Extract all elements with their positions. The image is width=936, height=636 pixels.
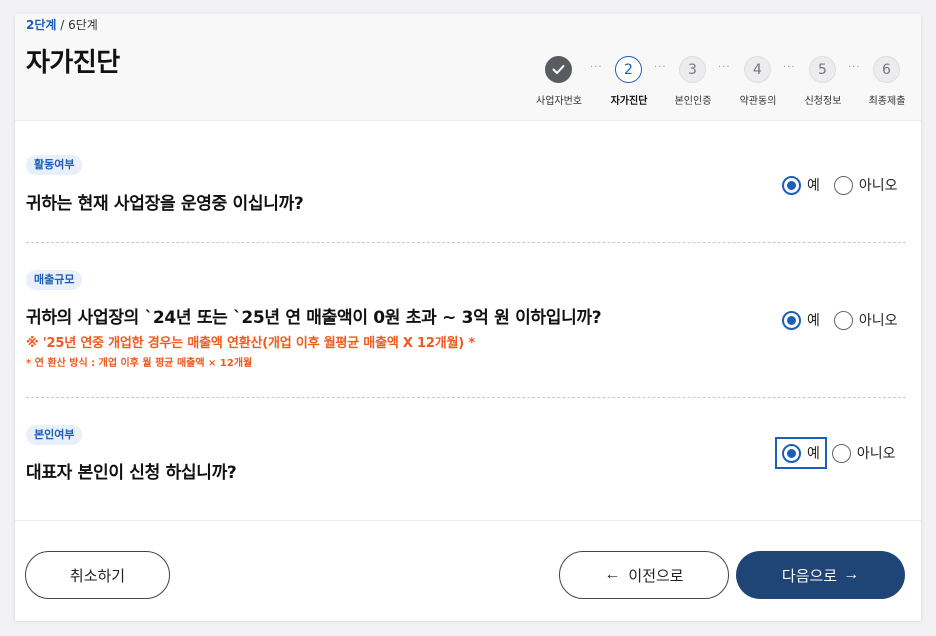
step-separator: ··· bbox=[848, 62, 861, 73]
step-5-label: 신청정보 bbox=[804, 96, 842, 107]
question-tag: 활동여부 bbox=[26, 155, 83, 175]
step-separator: ··· bbox=[718, 62, 731, 73]
radio-no[interactable]: 아니오 bbox=[833, 175, 898, 195]
step-5-circle: 5 bbox=[809, 56, 836, 83]
arrow-left-icon: ← bbox=[604, 566, 621, 583]
radio-no-indicator[interactable] bbox=[831, 443, 851, 463]
section-divider bbox=[26, 242, 906, 243]
question-text: 대표자 본인이 신청 하십니까? bbox=[26, 463, 237, 483]
form-footer: 취소하기 ← 이전으로 다음으로 → bbox=[15, 520, 921, 621]
step-indicator: 2단계 / 6단계 bbox=[26, 16, 98, 33]
radio-yes-label: 예 bbox=[807, 313, 820, 329]
section-divider bbox=[26, 397, 906, 398]
radio-no-label: 아니오 bbox=[858, 313, 898, 329]
revenue-formula-note: * 연 환산 방식 : 개업 이후 월 평균 매출액 × 12개월 bbox=[26, 358, 253, 369]
step-3-circle: 3 bbox=[679, 56, 706, 83]
total-steps: / 6단계 bbox=[60, 18, 98, 32]
step-separator: ··· bbox=[783, 62, 796, 73]
step-1-label: 사업자번호 bbox=[536, 96, 582, 107]
cancel-button[interactable]: 취소하기 bbox=[25, 551, 170, 599]
radio-yes[interactable]: 예 bbox=[775, 437, 827, 469]
radio-no-label: 아니오 bbox=[856, 446, 896, 462]
question-activity: 활동여부 귀하는 현재 사업장을 운영중 이십니까? bbox=[26, 155, 906, 215]
page-title: 자가진단 bbox=[26, 48, 120, 78]
form-card: 2단계 / 6단계 자가진단 사업자번호 ··· 2 자가진단 ··· 3 본인… bbox=[15, 14, 921, 621]
radio-yes-label: 예 bbox=[807, 178, 820, 194]
step-2-circle: 2 bbox=[615, 56, 642, 83]
step-separator: ··· bbox=[590, 62, 603, 73]
radio-group-revenue: 예 아니오 bbox=[782, 310, 898, 330]
radio-group-applicant: 예 아니오 bbox=[775, 437, 896, 469]
current-step: 2단계 bbox=[26, 18, 57, 32]
next-button-label: 다음으로 bbox=[781, 567, 838, 585]
radio-yes-label: 예 bbox=[807, 446, 820, 462]
prev-button-label: 이전으로 bbox=[628, 567, 684, 585]
radio-yes[interactable]: 예 bbox=[782, 310, 820, 330]
question-text: 귀하의 사업장의 `24년 또는 `25년 연 매출액이 0원 초과 ~ 3억 … bbox=[26, 308, 602, 328]
step-3-label: 본인인증 bbox=[674, 96, 712, 107]
question-revenue: 매출규모 귀하의 사업장의 `24년 또는 `25년 연 매출액이 0원 초과 … bbox=[26, 270, 906, 370]
radio-no[interactable]: 아니오 bbox=[833, 310, 898, 330]
radio-yes-indicator[interactable] bbox=[782, 175, 801, 195]
step-2-label: 자가진단 bbox=[610, 96, 648, 107]
step-1-circle bbox=[545, 56, 572, 83]
step-separator: ··· bbox=[654, 62, 667, 73]
next-button[interactable]: 다음으로 → bbox=[736, 551, 905, 599]
radio-group-activity: 예 아니오 bbox=[782, 175, 898, 195]
step-6-circle: 6 bbox=[873, 56, 900, 83]
radio-yes[interactable]: 예 bbox=[782, 175, 820, 195]
step-4-label: 약관동의 bbox=[739, 96, 777, 107]
revenue-note: ※ '25년 연중 개업한 경우는 매출액 연환산(개업 이후 월평균 매출액 … bbox=[26, 336, 475, 351]
question-applicant: 본인여부 대표자 본인이 신청 하십니까? bbox=[26, 425, 906, 485]
step-4-circle: 4 bbox=[744, 56, 771, 83]
question-tag: 매출규모 bbox=[26, 270, 83, 290]
radio-no[interactable]: 아니오 bbox=[831, 443, 896, 463]
check-icon bbox=[552, 65, 565, 74]
radio-yes-indicator[interactable] bbox=[782, 310, 801, 330]
step-6-label: 최종제출 bbox=[868, 96, 906, 107]
prev-button[interactable]: ← 이전으로 bbox=[559, 551, 729, 599]
radio-yes-indicator[interactable] bbox=[782, 443, 801, 463]
radio-no-indicator[interactable] bbox=[833, 175, 853, 195]
question-tag: 본인여부 bbox=[26, 425, 83, 445]
form-header: 2단계 / 6단계 자가진단 사업자번호 ··· 2 자가진단 ··· 3 본인… bbox=[15, 14, 921, 121]
question-text: 귀하는 현재 사업장을 운영중 이십니까? bbox=[26, 194, 304, 214]
arrow-right-icon: → bbox=[843, 566, 860, 583]
radio-no-label: 아니오 bbox=[858, 178, 898, 194]
radio-no-indicator[interactable] bbox=[833, 310, 853, 330]
